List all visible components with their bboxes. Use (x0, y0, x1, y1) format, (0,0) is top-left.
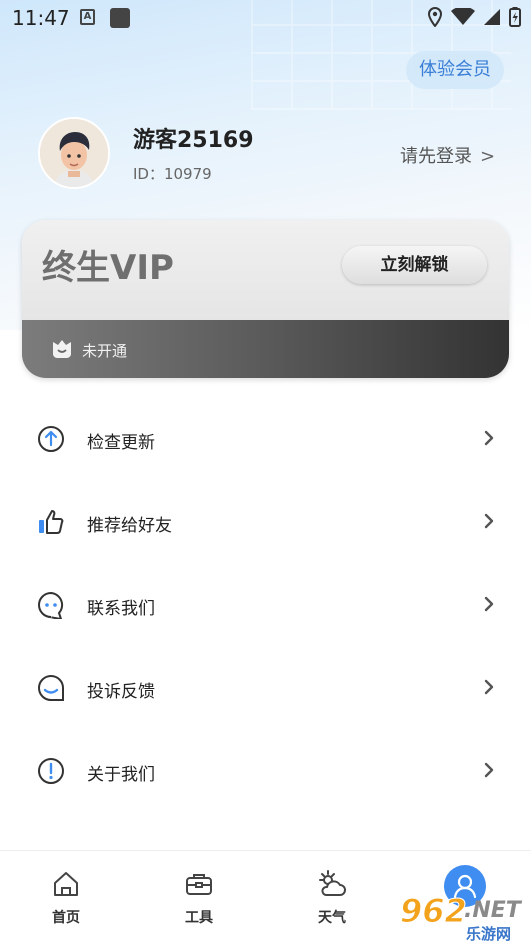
vip-status-bar: 未开通 (22, 320, 509, 378)
nav-label: 工具 (185, 910, 213, 926)
site-watermark: 962 .NET 乐游网 (392, 890, 531, 945)
nav-weather[interactable]: 天气 (292, 869, 372, 927)
status-icons (427, 7, 521, 27)
chevron-right-icon (484, 513, 494, 529)
weather-icon (319, 870, 346, 896)
nav-tools[interactable]: 工具 (159, 869, 239, 927)
avatar-illustration (40, 119, 108, 187)
toolbox-icon (186, 874, 212, 895)
user-id: ID：10979 (133, 165, 212, 183)
nav-home[interactable]: 首页 (26, 869, 106, 927)
chevron-right-icon (484, 679, 494, 695)
menu-label: 推荐给好友 (87, 516, 172, 536)
trial-member-button[interactable]: 体验会员 (406, 51, 504, 89)
feedback-icon (38, 674, 64, 701)
crown-shield-icon (53, 340, 71, 358)
chevron-right-icon (484, 762, 494, 778)
chevron-right-icon: > (480, 146, 496, 167)
login-link[interactable]: 请先登录 > (400, 142, 495, 168)
avatar[interactable] (38, 117, 110, 189)
menu-label: 投诉反馈 (87, 682, 155, 702)
watermark-sub: 乐游网 (466, 925, 512, 943)
menu-item-contact[interactable]: 联系我们 (0, 564, 531, 647)
home-icon (54, 872, 78, 896)
menu-label: 关于我们 (87, 765, 155, 785)
unlock-button[interactable]: 立刻解锁 (342, 246, 487, 284)
menu-label: 检查更新 (87, 433, 155, 453)
menu-item-check-update[interactable]: 检查更新 (0, 398, 531, 481)
vip-title: 终生VIP (42, 248, 174, 288)
menu-item-about[interactable]: 关于我们 (0, 730, 531, 813)
status-bar: 11:47 A (0, 0, 531, 36)
status-time: 11:47 (12, 6, 70, 30)
menu-item-feedback[interactable]: 投诉反馈 (0, 647, 531, 730)
menu-label: 联系我们 (87, 599, 155, 619)
arrow-up-circle-icon (38, 426, 64, 452)
settings-menu: 检查更新 推荐给好友 联系我们 投诉反馈 关于我们 (0, 398, 531, 813)
notification-square-icon (110, 8, 130, 28)
battery-icon (509, 7, 521, 27)
watermark-net: .NET (464, 898, 521, 923)
nav-label: 天气 (318, 910, 346, 926)
login-link-label: 请先登录 (400, 146, 472, 167)
chat-bubble-icon (38, 591, 64, 619)
vip-card: 终生VIP 立刻解锁 未开通 (22, 220, 509, 378)
wifi-icon (451, 8, 475, 25)
nav-label: 首页 (52, 910, 80, 926)
username: 游客25169 (133, 128, 254, 153)
menu-item-recommend[interactable]: 推荐给好友 (0, 481, 531, 564)
chevron-right-icon (484, 430, 494, 446)
thumbs-up-icon (39, 510, 64, 534)
chevron-right-icon (484, 596, 494, 612)
notification-a-icon: A (80, 9, 95, 25)
signal-icon (484, 9, 500, 25)
watermark-number: 962 (400, 892, 468, 931)
info-exclamation-icon (38, 758, 64, 784)
location-icon (427, 7, 443, 27)
vip-status-text: 未开通 (82, 342, 128, 360)
